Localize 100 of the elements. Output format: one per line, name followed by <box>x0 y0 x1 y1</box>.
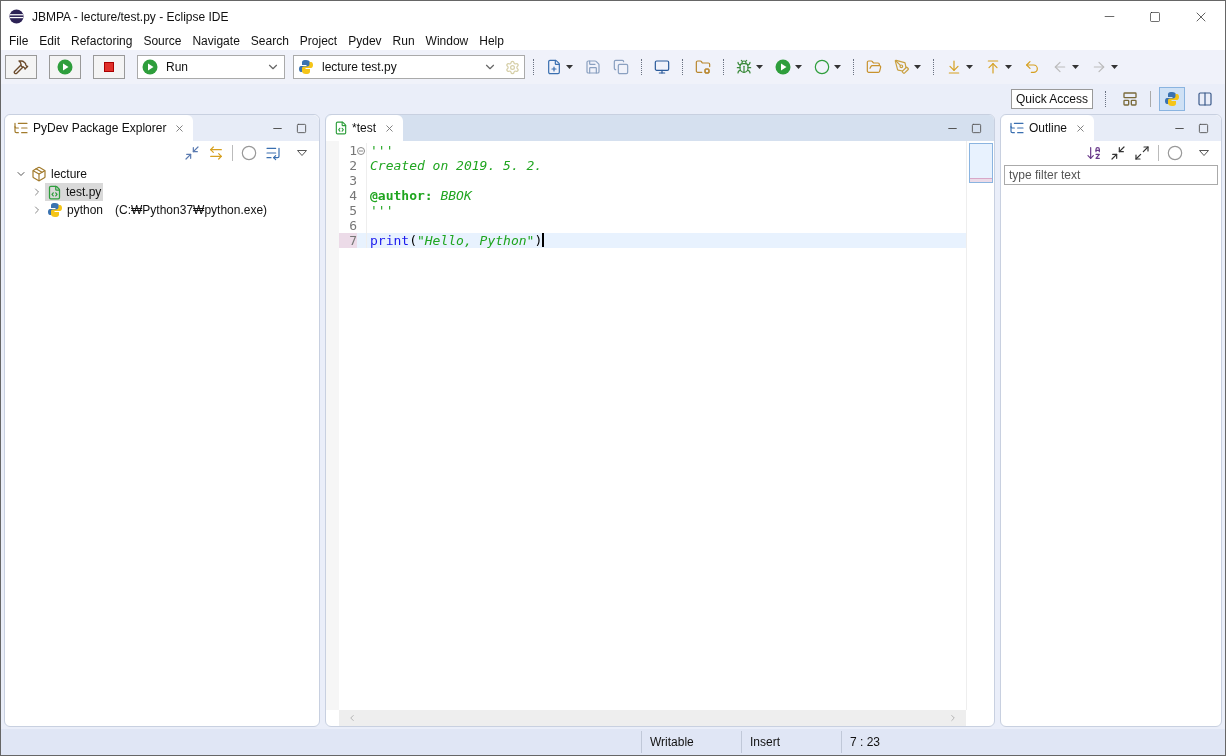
code-line: Created on 2019. 5. 2. <box>370 158 543 173</box>
menu-item[interactable]: Project <box>295 32 342 50</box>
close-icon[interactable] <box>174 122 186 134</box>
line-number: 1 <box>348 143 357 158</box>
editor-tab[interactable]: *test <box>326 115 403 141</box>
python-file-icon <box>47 184 62 200</box>
status-field: Insert <box>741 731 841 753</box>
sort-icon <box>1086 145 1102 161</box>
launch-mode-dropdown[interactable]: Run <box>137 55 285 79</box>
monitor-icon <box>654 59 670 75</box>
play-icon <box>142 59 158 75</box>
caret-icon <box>795 65 802 69</box>
focus-icon <box>265 145 281 161</box>
stop-button[interactable] <box>93 55 125 79</box>
window-plus-icon <box>1122 91 1138 107</box>
code-line: @author: BBOK <box>370 188 472 203</box>
menu-item[interactable]: Pydev <box>344 32 386 50</box>
window-title: JBMPA - lecture/test.py - Eclipse IDE <box>32 8 229 26</box>
gear-icon <box>505 59 520 75</box>
caret-icon <box>566 65 573 69</box>
back-arrow-icon <box>1024 59 1040 75</box>
tree-item-label: lecture <box>51 166 88 183</box>
python-logo-icon <box>47 202 63 218</box>
close-icon[interactable] <box>384 122 395 134</box>
expand-icon <box>1134 145 1150 161</box>
tree-item[interactable]: test.py <box>45 183 104 201</box>
maximize-icon[interactable] <box>971 122 982 134</box>
menu-item[interactable]: Refactoring <box>67 32 137 50</box>
fold-icon[interactable] <box>357 146 365 155</box>
package-explorer-icon <box>13 120 29 136</box>
menu-item[interactable]: Help <box>475 32 508 50</box>
caret-icon <box>834 65 841 69</box>
view-menu-icon[interactable] <box>297 150 307 156</box>
python-logo-icon <box>1164 91 1180 107</box>
tree-item[interactable]: lecture <box>29 165 90 183</box>
line-number: 7 <box>339 233 357 248</box>
bug-icon <box>736 59 752 75</box>
menu-item[interactable]: Search <box>246 32 293 50</box>
run-tools-icon <box>814 59 830 75</box>
menu-item[interactable]: File <box>5 32 33 50</box>
status-field: 7 : 23 <box>841 731 941 753</box>
caret-icon <box>914 65 921 69</box>
maximize-icon[interactable] <box>1198 122 1209 134</box>
close-icon[interactable] <box>1075 122 1087 134</box>
pen-icon <box>894 59 910 75</box>
new-file-icon <box>546 59 562 75</box>
menu-item[interactable]: Navigate <box>188 32 244 50</box>
line-number: 6 <box>348 218 357 233</box>
text-cursor <box>542 233 545 247</box>
save-icon <box>585 59 601 75</box>
play-icon <box>57 59 73 75</box>
arrow-left-icon <box>1052 59 1068 75</box>
menu-item[interactable]: Run <box>388 32 419 50</box>
code-line: ''' <box>370 143 394 158</box>
outline-tab[interactable]: Outline <box>1001 115 1095 141</box>
menu-item[interactable]: Window <box>421 32 473 50</box>
caret-icon <box>1005 65 1012 69</box>
run-button[interactable] <box>49 55 81 79</box>
perspective-button[interactable] <box>1159 87 1185 111</box>
code-line: ''' <box>370 203 394 218</box>
filter-field[interactable]: type filter text <box>1004 165 1218 185</box>
status-field: Writable <box>641 731 741 753</box>
hammer-icon <box>13 59 29 75</box>
collapse-icon <box>1110 145 1126 161</box>
filter-icon <box>1167 145 1183 161</box>
caret-icon <box>1111 65 1118 69</box>
stop-icon <box>104 62 114 72</box>
arrow-up-icon <box>985 59 1001 75</box>
play-icon <box>775 59 791 75</box>
line-number: 3 <box>348 173 357 188</box>
folder-icon <box>695 59 711 75</box>
window-icon <box>1197 91 1213 107</box>
link-editor-icon <box>208 145 224 161</box>
code-line: print("Hello, Python") <box>370 233 543 248</box>
build-button[interactable] <box>5 55 37 79</box>
project-folder-icon <box>31 166 47 182</box>
line-number: 5 <box>348 203 357 218</box>
launch-config-dropdown[interactable]: lecture test.py <box>293 55 525 79</box>
quick-access-field[interactable]: Quick Access <box>1010 89 1093 109</box>
maximize-icon[interactable] <box>1149 10 1161 23</box>
explorer-tab[interactable]: PyDev Package Explorer <box>5 115 194 141</box>
menu-item[interactable]: Edit <box>35 32 65 50</box>
tree-item-label: test.py <box>66 184 102 201</box>
caret-icon <box>1072 65 1079 69</box>
view-menu-icon[interactable] <box>1199 150 1209 156</box>
tree-item[interactable]: python (C:₩Python37₩python.exe) <box>45 201 270 219</box>
eclipse-logo-icon <box>9 9 24 24</box>
overview-ruler <box>968 143 993 183</box>
filter-icon <box>241 145 257 161</box>
arrow-right-icon <box>1091 59 1107 75</box>
python-logo-icon <box>298 59 314 75</box>
maximize-icon[interactable] <box>296 122 307 134</box>
collapse-all-icon <box>184 145 200 161</box>
line-number: 2 <box>348 158 357 173</box>
tree-item-detail: (C:₩Python37₩python.exe) <box>115 202 268 219</box>
arrow-down-icon <box>946 59 962 75</box>
save-all-icon <box>613 59 629 75</box>
outline-icon <box>1009 120 1025 136</box>
menu-item[interactable]: Source <box>139 32 186 50</box>
tree-item-label: python <box>67 202 104 219</box>
